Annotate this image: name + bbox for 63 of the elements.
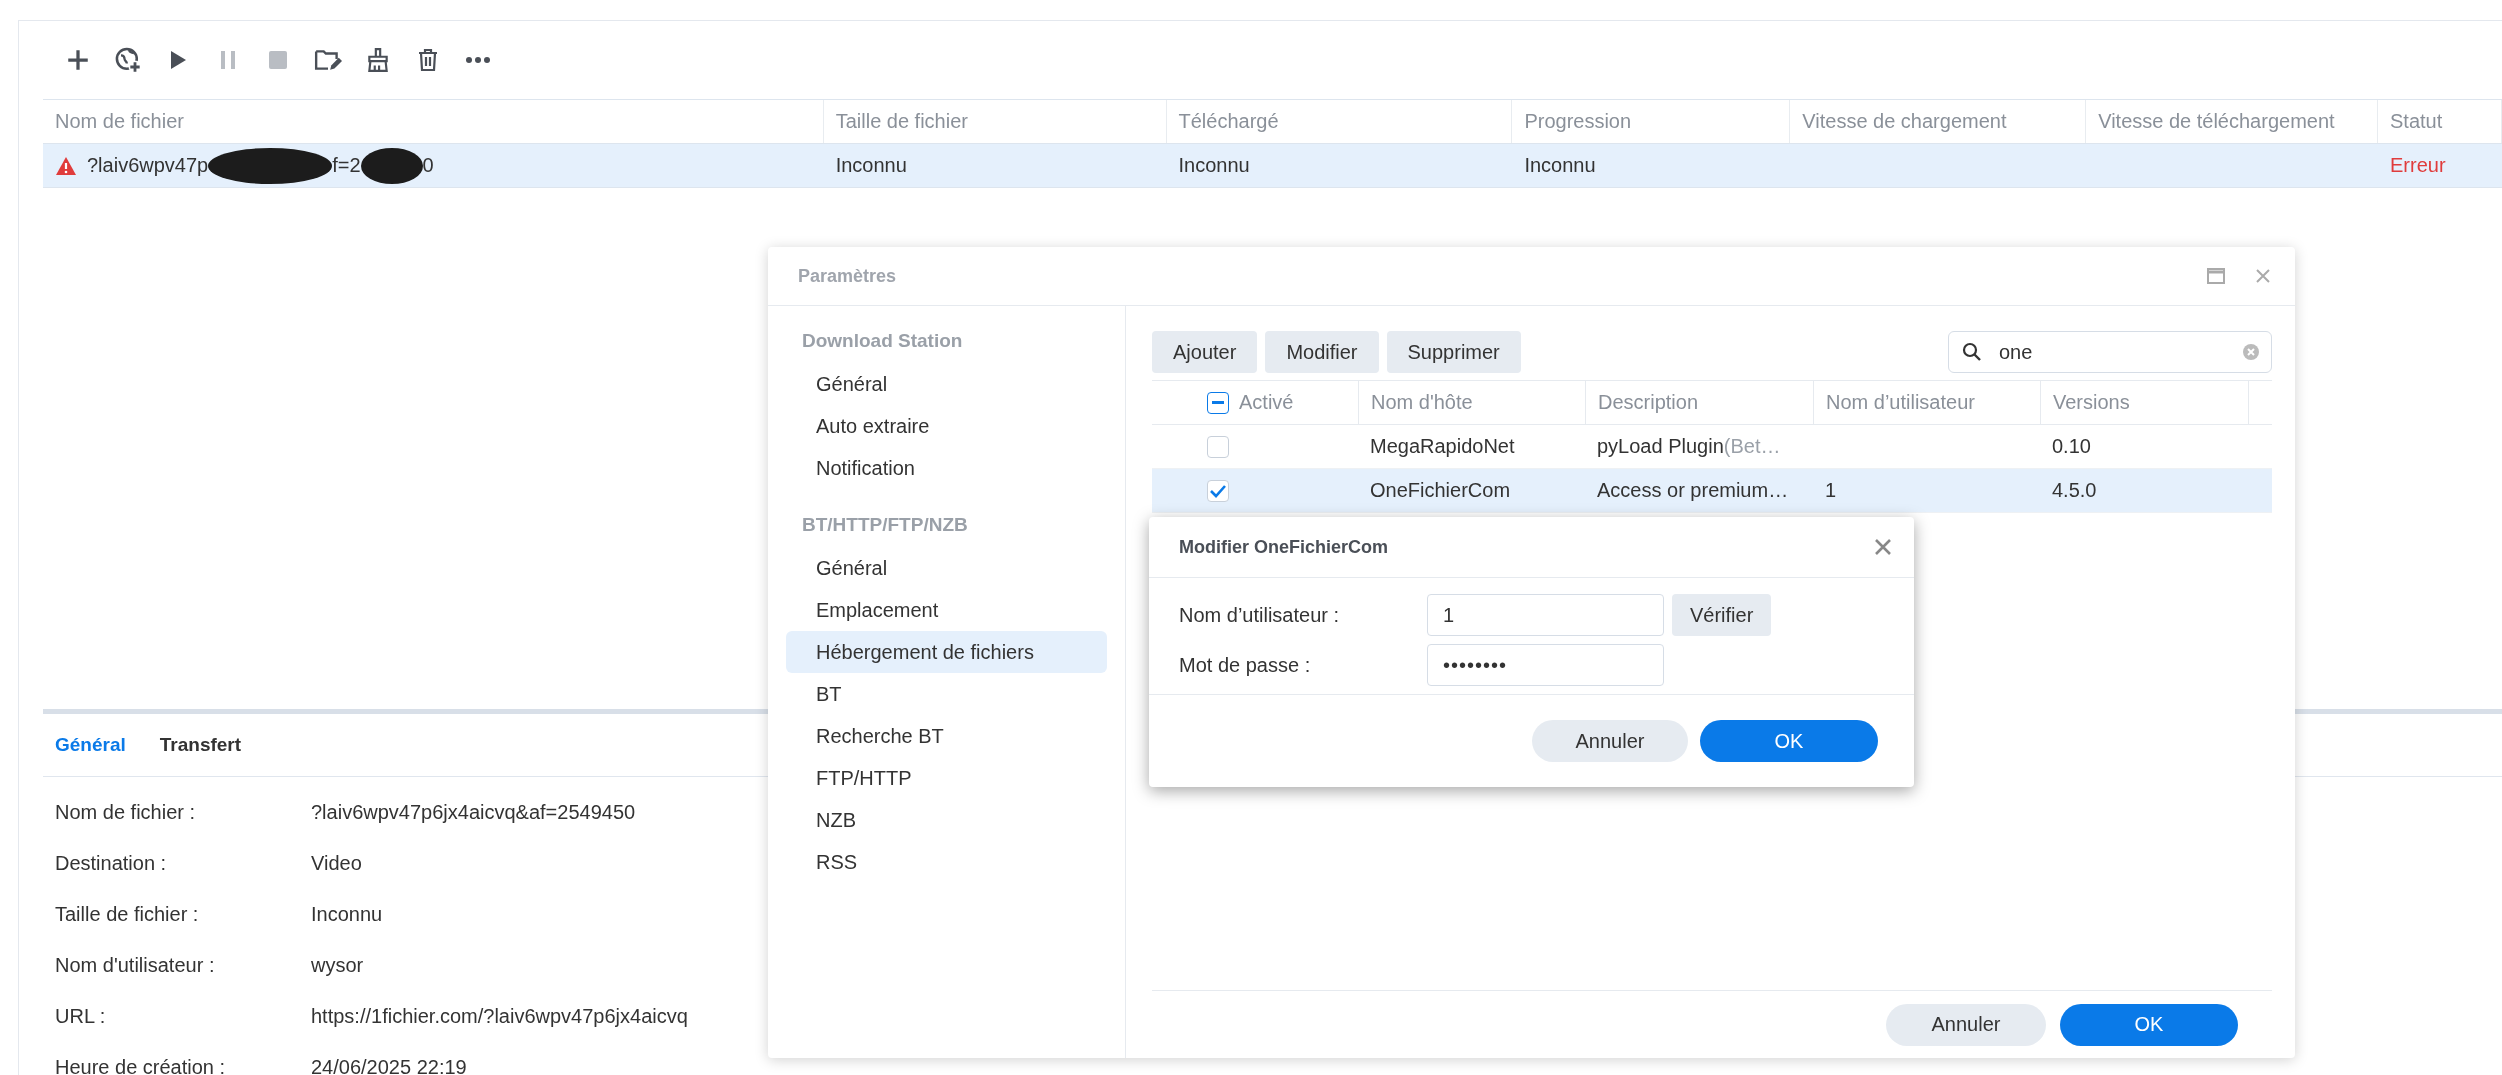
- sidebar-item[interactable]: Emplacement: [786, 589, 1107, 631]
- field-label: Heure de création :: [55, 1056, 227, 1075]
- username-field[interactable]: 1: [1427, 594, 1664, 636]
- file-name: ?laiv6wpv47p: [87, 154, 209, 177]
- version-text: 4.5.0: [2052, 479, 2097, 502]
- file-name: f=2: [332, 154, 361, 177]
- sidebar-item[interactable]: RSS: [786, 841, 1107, 883]
- sidebar-item[interactable]: Hébergement de fichiers: [786, 631, 1107, 673]
- version-text: 0.10: [2052, 435, 2091, 458]
- field-label: Taille de fichier :: [55, 903, 200, 926]
- search-icon: [1962, 342, 1982, 362]
- sidebar-item[interactable]: Général: [786, 547, 1107, 589]
- close-icon[interactable]: [2255, 268, 2271, 284]
- section-heading: Download Station: [801, 329, 964, 353]
- action-button[interactable]: Supprimer: [1386, 331, 1521, 373]
- file-size: Inconnu: [835, 154, 907, 177]
- password-field[interactable]: ••••••••: [1427, 644, 1664, 686]
- host-name: OneFichierCom: [1370, 479, 1511, 502]
- field-value: ?laiv6wpv47p6jx4aicvq&af=2549450: [311, 801, 636, 824]
- tab[interactable]: Transfert: [159, 734, 242, 756]
- tab[interactable]: Général: [55, 734, 126, 756]
- sidebar-item[interactable]: NZB: [786, 799, 1107, 841]
- maximize-icon[interactable]: [2207, 268, 2225, 284]
- field-label: Nom de fichier :: [55, 801, 197, 824]
- field-value: Inconnu: [311, 903, 383, 926]
- search-field[interactable]: one: [1948, 331, 2272, 373]
- close-icon[interactable]: [1874, 538, 1892, 556]
- dialog-title: Paramètres: [798, 265, 898, 287]
- sidebar-item[interactable]: Général: [786, 363, 1107, 405]
- checkbox[interactable]: [1207, 391, 1229, 414]
- dialog-title: Modifier OneFichierCom: [1179, 536, 1389, 558]
- downloaded-amount: Inconnu: [1178, 154, 1250, 177]
- cancel-button[interactable]: Annuler: [1886, 1003, 2046, 1046]
- action-button[interactable]: Ajouter: [1152, 331, 1258, 373]
- description-text: pyLoad Plugin(Bet…: [1597, 435, 1781, 458]
- sidebar-item[interactable]: BT: [786, 673, 1107, 715]
- user-name: 1: [1825, 479, 1837, 502]
- action-button[interactable]: Modifier: [1265, 331, 1379, 373]
- plugin-row[interactable]: OneFichierCom Access or premium… 1 4.5.0: [1152, 469, 2272, 513]
- section-heading: BT/HTTP/FTP/NZB: [801, 513, 969, 537]
- field-label: Nom d’utilisateur :: [1179, 603, 1341, 627]
- ok-button[interactable]: OK: [1700, 720, 1878, 762]
- verify-button[interactable]: Vérifier: [1672, 594, 1772, 636]
- field-value: https://1fichier.com/?laiv6wpv47p6jx4aicvq: [311, 1005, 688, 1028]
- field-value: 24/06/2025 22:19: [311, 1056, 467, 1075]
- host-name: MegaRapidoNet: [1370, 435, 1515, 458]
- ok-button[interactable]: OK: [2060, 1003, 2238, 1046]
- sidebar-item[interactable]: Notification: [786, 447, 1107, 489]
- file-name: 0: [422, 154, 434, 177]
- field-value: Video: [311, 852, 362, 875]
- field-label: Nom d'utilisateur :: [55, 954, 216, 977]
- description-text: Access or premium…: [1597, 479, 1789, 502]
- status-text: Erreur: [2390, 154, 2446, 177]
- sidebar-item[interactable]: Auto extraire: [786, 405, 1107, 447]
- field-label: URL :: [55, 1005, 107, 1028]
- field-value: wysor: [311, 954, 364, 977]
- cancel-button[interactable]: Annuler: [1532, 720, 1688, 762]
- sidebar-item[interactable]: FTP/HTTP: [786, 757, 1107, 799]
- field-label: Destination :: [55, 852, 168, 875]
- field-label: Mot de passe :: [1179, 653, 1312, 677]
- sidebar-item[interactable]: Recherche BT: [786, 715, 1107, 757]
- download-row[interactable]: ?laiv6wpv47p f=2 0 Inconnu Inconnu Inconnu Erreur: [43, 143, 2502, 188]
- progress-text: Inconnu: [1524, 154, 1596, 177]
